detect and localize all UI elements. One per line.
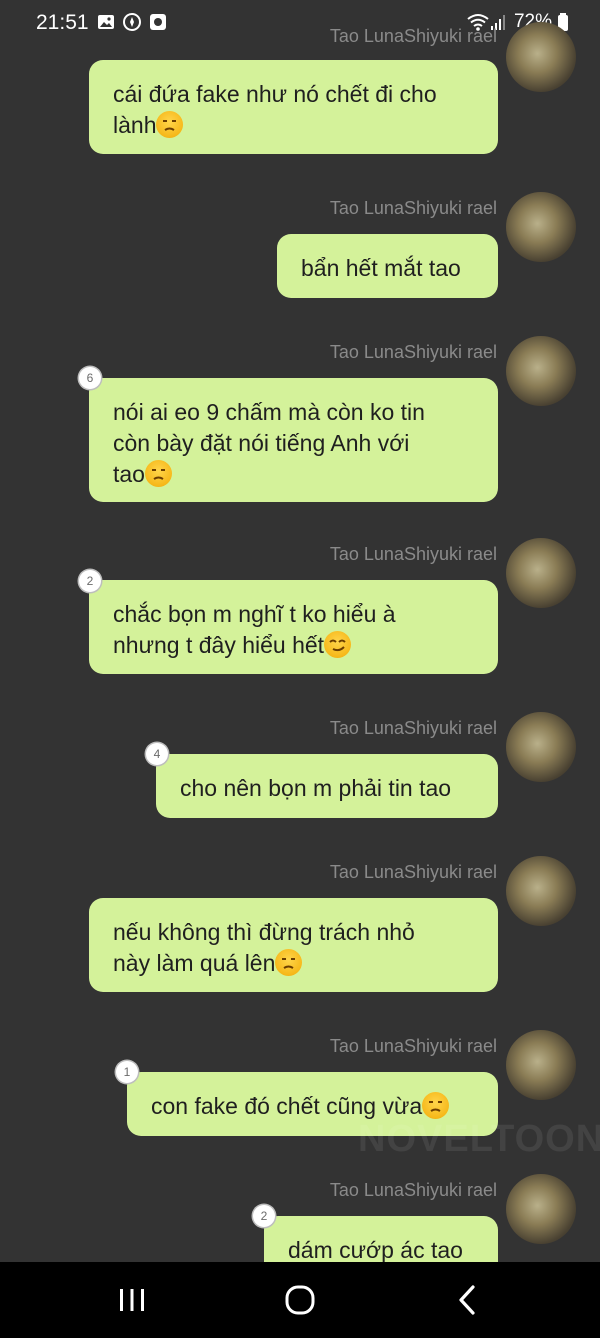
status-time: 21:51: [36, 11, 89, 34]
app-icon: [149, 13, 167, 31]
message-text: con fake đó chết cũng vừa: [151, 1093, 423, 1119]
avatar[interactable]: [506, 856, 576, 926]
message-bubble[interactable]: chắc bọn m nghĩ t ko hiểu à nhưng t đây …: [89, 580, 498, 674]
reaction-count-badge[interactable]: 6: [79, 367, 101, 389]
recents-icon[interactable]: [112, 1280, 152, 1320]
unamused-emoji-icon: [156, 111, 184, 138]
reaction-count-badge[interactable]: 1: [116, 1061, 138, 1083]
navigation-bar: [0, 1262, 600, 1338]
sender-name: Tao LunaShiyuki rael: [329, 862, 497, 882]
sender-name: Tao LunaShiyuki rael: [329, 1036, 497, 1056]
avatar[interactable]: [506, 712, 576, 782]
message-bubble[interactable]: bẩn hết mắt tao: [277, 234, 498, 298]
home-icon[interactable]: [280, 1280, 320, 1320]
unamused-emoji-icon: [144, 460, 172, 487]
message-text: nếu không thì đừng trách nhỏ này làm quá…: [113, 919, 415, 976]
avatar[interactable]: [506, 22, 576, 92]
message-bubble[interactable]: cho nên bọn m phải tin tao: [156, 754, 498, 818]
avatar[interactable]: [506, 192, 576, 262]
smirk-emoji-icon: [324, 631, 352, 658]
chat-screen: 21:51 72% Tao LunaShiyuki rael cái đứa f…: [0, 0, 600, 1338]
reaction-count-badge[interactable]: 2: [253, 1205, 275, 1227]
sender-name: Tao LunaShiyuki rael: [329, 26, 497, 46]
sender-name: Tao LunaShiyuki rael: [329, 1180, 497, 1200]
gallery-icon: [97, 13, 115, 31]
reaction-count-badge[interactable]: 4: [146, 743, 168, 765]
sender-name: Tao LunaShiyuki rael: [329, 198, 497, 218]
back-icon[interactable]: [448, 1280, 488, 1320]
message-text: chắc bọn m nghĩ t ko hiểu à nhưng t đây …: [113, 601, 396, 658]
message-text: bẩn hết mắt tao: [301, 255, 461, 281]
avatar[interactable]: [506, 538, 576, 608]
avatar[interactable]: [506, 1030, 576, 1100]
message-bubble[interactable]: nói ai eo 9 chấm mà còn ko tin còn bày đ…: [89, 378, 498, 502]
message-text: cho nên bọn m phải tin tao: [180, 775, 452, 801]
avatar[interactable]: [506, 336, 576, 406]
compass-icon: [123, 13, 141, 31]
sender-name: Tao LunaShiyuki rael: [329, 544, 497, 564]
message-bubble[interactable]: cái đứa fake như nó chết đi cho lành: [89, 60, 498, 154]
avatar[interactable]: [506, 1174, 576, 1244]
message-text: dám cướp ác tao: [288, 1237, 463, 1263]
message-bubble[interactable]: nếu không thì đừng trách nhỏ này làm quá…: [89, 898, 498, 992]
unamused-emoji-icon: [422, 1092, 450, 1119]
unamused-emoji-icon: [275, 949, 303, 976]
sender-name: Tao LunaShiyuki rael: [329, 342, 497, 362]
sender-name: Tao LunaShiyuki rael: [329, 718, 497, 738]
watermark: NOVELTOON: [358, 1118, 600, 1160]
reaction-count-badge[interactable]: 2: [79, 570, 101, 592]
